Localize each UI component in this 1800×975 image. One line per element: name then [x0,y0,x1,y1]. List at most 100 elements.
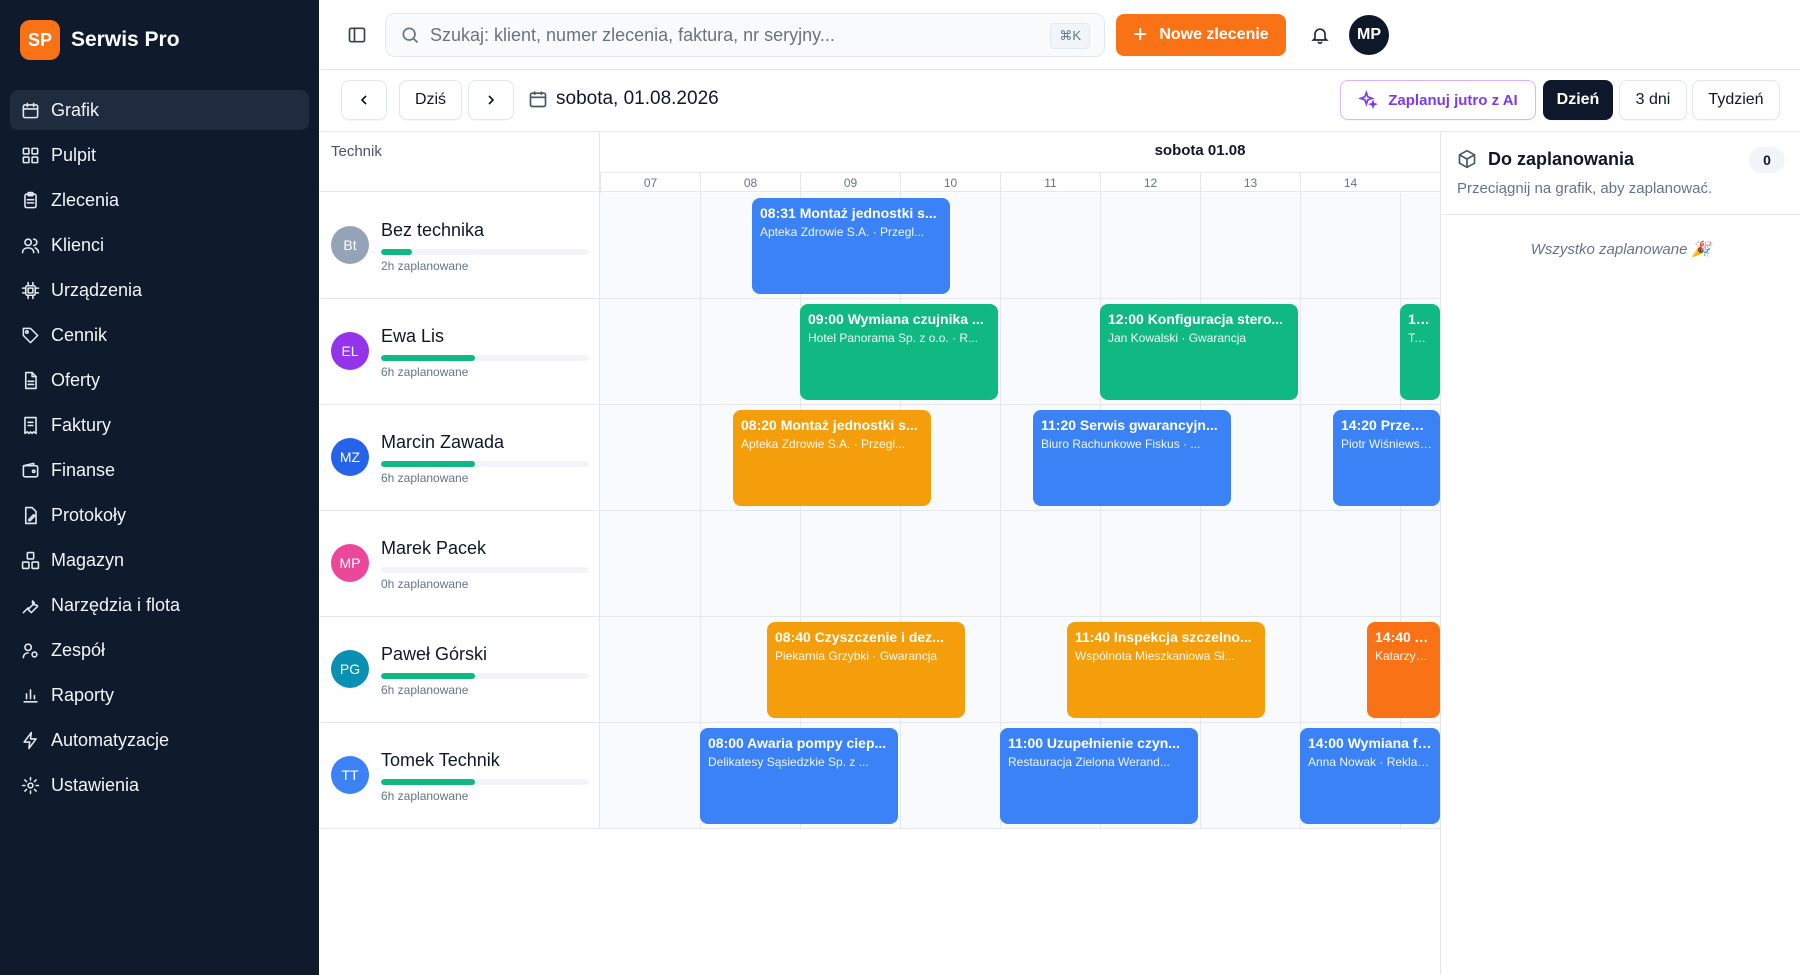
technician-info[interactable]: MP Marek Pacek 0h zaplanowane [331,511,599,617]
receipt-icon [21,416,40,435]
job-title: 14:40 Aw... [1375,629,1432,645]
workload-label: 6h zaplanowane [381,683,469,697]
date-label: sobota, 01.08.2026 [556,88,719,109]
workload-bar [381,567,589,573]
calendar-icon [528,89,548,109]
workload-bar [381,673,589,679]
technician-avatar: Bt [331,226,369,264]
job-card[interactable]: 08:40 Czyszczenie i dez... Piekarnia Grzy… [767,622,965,718]
job-card[interactable]: 11:20 Serwis gwarancyjn... Biuro Rachunko… [1033,410,1231,506]
workload-label: 6h zaplanowane [381,789,469,803]
hour-label: 14 [1300,173,1400,193]
job-client: Anna Nowak · Reklama... [1308,755,1432,769]
brand-name: Serwis Pro [71,28,180,51]
sidebar-item-label: Cennik [51,324,108,345]
sidebar-item-faktury[interactable]: Faktury [10,405,309,445]
job-card[interactable]: 12:00 Konfiguracja stero... Jan Kowalski … [1100,304,1298,400]
technician-name: Ewa Lis [381,326,445,346]
new-order-button[interactable]: + Nowe zlecenie [1116,14,1286,56]
technician-avatar: EL [331,332,369,370]
dashboard-icon [21,146,40,165]
next-day-button[interactable] [468,80,514,120]
sidebar-item-klienci[interactable]: Klienci [10,225,309,265]
job-card[interactable]: 15:00 ... Toma... [1400,304,1440,400]
job-title: 12:00 Konfiguracja stero... [1108,311,1284,327]
bell-icon[interactable] [1307,22,1333,48]
sidebar-item-label: Zlecenia [51,189,120,210]
technician-row: MP Marek Pacek 0h zaplanowane [319,511,1440,617]
technician-avatar: MZ [331,438,369,476]
workload-bar [381,779,589,785]
view-day-button[interactable]: Dzień [1543,80,1613,120]
sparkle-icon [1358,90,1379,110]
sidebar-item-oferty[interactable]: Oferty [10,360,309,400]
technician-info[interactable]: Bt Bez technika 2h zaplanowane [331,193,599,299]
view-week-button[interactable]: Tydzień [1692,80,1780,120]
sidebar-item-cennik[interactable]: Cennik [10,315,309,355]
job-client: Hotel Panorama Sp. z o.o. · R... [808,331,979,345]
job-card[interactable]: 11:00 Uzupełnienie czyn... Restauracja Zi… [1000,728,1198,824]
job-card[interactable]: 08:31 Montaż jednostki s... Apteka Zdrowi… [752,198,950,294]
protocol-icon [21,506,40,525]
technician-column-label: Technik [331,143,382,160]
sidebar-item-label: Zespół [51,639,106,660]
boxes-icon [21,551,40,570]
job-card[interactable]: 09:00 Wymiana czujnika ... Hotel Panorama… [800,304,998,400]
job-card[interactable]: 08:20 Montaż jednostki s... Apteka Zdrowi… [733,410,931,506]
job-card[interactable]: 11:40 Inspekcja szczelno... Wspólnota Mie… [1067,622,1265,718]
gear-icon [21,776,40,795]
search-icon [400,25,420,45]
job-title: 11:00 Uzupełnienie czyn... [1008,735,1180,751]
sidebar-item-zlecenia[interactable]: Zlecenia [10,180,309,220]
sidebar-item-grafik[interactable]: Grafik [10,90,309,130]
ai-plan-button[interactable]: Zaplanuj jutro z AI [1340,80,1536,120]
job-client: Apteka Zdrowie S.A. · Przegl... [741,437,906,451]
sidebar-item-label: Oferty [51,369,101,390]
sidebar-item-zespol[interactable]: Zespół [10,630,309,670]
sidebar-nav: Grafik Pulpit Zlecenia Klienci Urządzenia Cen… [10,90,309,810]
schedule-toolbar: Dziś sobota, 01.08.2026 Zaplanuj jutro z… [319,70,1800,132]
today-button[interactable]: Dziś [399,80,462,120]
chevron-left-icon [360,95,367,105]
sidebar-toggle-icon[interactable] [344,22,370,48]
sidebar-item-label: Magazyn [51,549,125,570]
sidebar-item-narzedzia-i-flota[interactable]: Narzędzia i flota [10,585,309,625]
job-client: Toma... [1408,331,1432,345]
sidebar: SP Serwis Pro Grafik Pulpit Zlecenia Klienc… [0,0,319,975]
job-card[interactable]: 14:40 Aw... Katarzyna W... [1367,622,1440,718]
sidebar-item-ustawienia[interactable]: Ustawienia [10,765,309,805]
sidebar-item-automatyzacje[interactable]: Automatyzacje [10,720,309,760]
search-box[interactable]: ⌘K [385,13,1105,57]
job-card[interactable]: 08:00 Awaria pompy ciep... Delikatesy Sąs… [700,728,898,824]
workload-bar-fill [381,355,475,361]
technician-info[interactable]: TT Tomek Technik 6h zaplanowane [331,723,599,829]
hour-label: 08 [700,173,800,193]
technician-info[interactable]: MZ Marcin Zawada 6h zaplanowane [331,405,599,511]
unscheduled-empty-message: Wszystko zaplanowane 🎉 [1530,241,1711,258]
hour-label: 13 [1200,173,1300,193]
prev-day-button[interactable] [341,80,387,120]
job-client: Katarzyna W... [1375,649,1432,663]
users-icon [21,236,40,255]
wallet-icon [21,461,40,480]
sidebar-item-finanse[interactable]: Finanse [10,450,309,490]
current-date[interactable]: sobota, 01.08.2026 [528,88,719,110]
sidebar-item-label: Protokoły [51,504,127,525]
sidebar-item-urzadzenia[interactable]: Urządzenia [10,270,309,310]
technician-info[interactable]: EL Ewa Lis 6h zaplanowane [331,299,599,405]
job-title: 11:20 Serwis gwarancyjn... [1041,417,1218,433]
user-avatar[interactable]: MP [1349,15,1389,55]
technician-info[interactable]: PG Paweł Górski 6h zaplanowane [331,617,599,723]
sidebar-item-protokoly[interactable]: Protokoły [10,495,309,535]
search-input[interactable] [430,24,1030,46]
sidebar-item-pulpit[interactable]: Pulpit [10,135,309,175]
workload-label: 0h zaplanowane [381,577,469,591]
sidebar-item-raporty[interactable]: Raporty [10,675,309,715]
sidebar-item-magazyn[interactable]: Magazyn [10,540,309,580]
job-card[interactable]: 14:20 Przegląd... Piotr Wiśniewski... [1333,410,1440,506]
job-title: 08:40 Czyszczenie i dez... [775,629,944,645]
view-3days-button[interactable]: 3 dni [1619,80,1687,120]
brand[interactable]: SP Serwis Pro [20,20,180,60]
job-card[interactable]: 14:00 Wymiana filtra... Anna Nowak · Rekl… [1300,728,1440,824]
sidebar-item-label: Automatyzacje [51,729,170,750]
